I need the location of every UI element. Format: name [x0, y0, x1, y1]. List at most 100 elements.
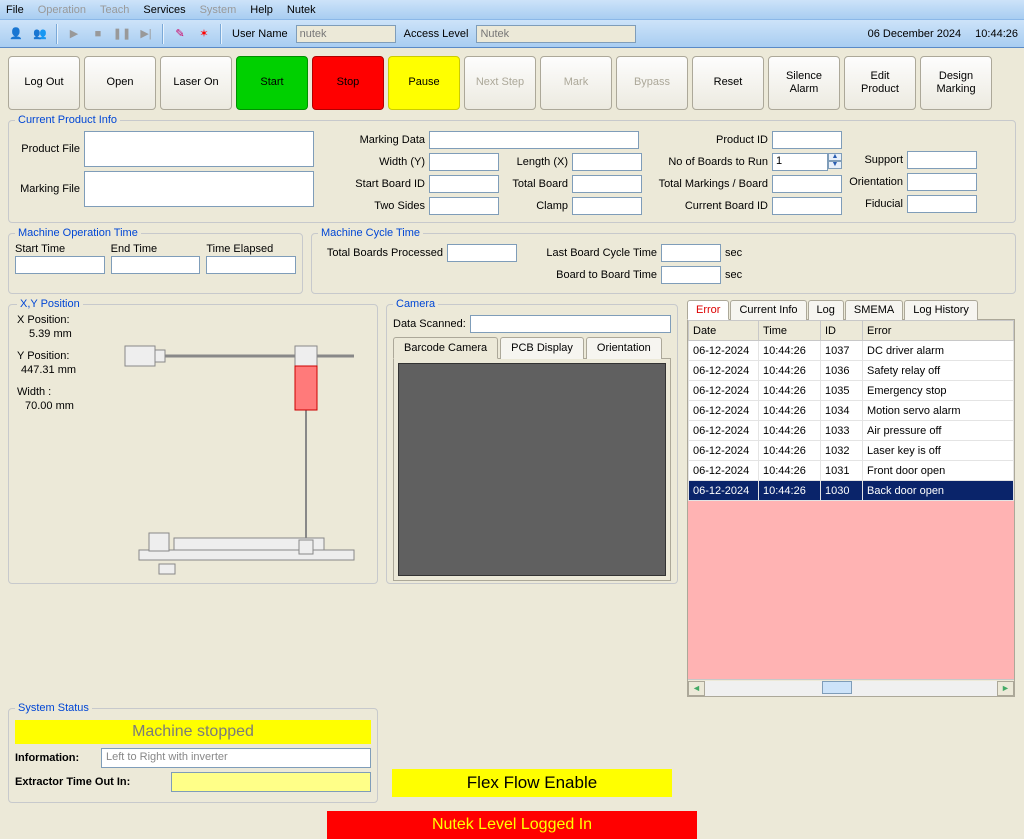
users-icon[interactable]: 👥	[30, 24, 50, 44]
col-error[interactable]: Error	[863, 321, 1014, 341]
orientation-field[interactable]	[907, 173, 977, 191]
menu-operation[interactable]: Operation	[38, 4, 86, 16]
table-row[interactable]: 06-12-202410:44:261037DC driver alarm	[689, 341, 1014, 361]
current-product-info: Current Product Info Product File Markin…	[8, 114, 1016, 223]
total-markings-field[interactable]	[772, 175, 842, 193]
h-scrollbar[interactable]: ◄ ►	[688, 679, 1014, 696]
marking-data-field[interactable]	[429, 131, 639, 149]
start-time-field[interactable]	[15, 256, 105, 274]
tab-current-info[interactable]: Current Info	[730, 300, 806, 320]
tab-smema[interactable]: SMEMA	[845, 300, 903, 320]
camera-view	[398, 363, 666, 576]
silence-alarm-button[interactable]: Silence Alarm	[768, 56, 840, 110]
cpi-legend: Current Product Info	[15, 114, 120, 126]
machine-status: Machine stopped	[15, 720, 371, 744]
tab-error[interactable]: Error	[687, 300, 729, 320]
table-row[interactable]: 06-12-202410:44:261032Laser key is off	[689, 441, 1014, 461]
access-level-field	[476, 25, 636, 43]
logout-button[interactable]: Log Out	[8, 56, 80, 110]
stop-button[interactable]: Stop	[312, 56, 384, 110]
menu-file[interactable]: File	[6, 4, 24, 16]
tab-pcb-display[interactable]: PCB Display	[500, 337, 584, 359]
length-x-field[interactable]	[572, 153, 642, 171]
start-board-id-field[interactable]	[429, 175, 499, 193]
open-button[interactable]: Open	[84, 56, 156, 110]
marking-file-field[interactable]	[84, 171, 314, 207]
table-cell: 06-12-2024	[689, 461, 759, 481]
spinner-down-icon[interactable]: ▼	[828, 161, 842, 169]
table-cell: 1033	[821, 421, 863, 441]
table-row[interactable]: 06-12-202410:44:261031Front door open	[689, 461, 1014, 481]
table-row[interactable]: 06-12-202410:44:261030Back door open	[689, 481, 1014, 501]
design-marking-button[interactable]: Design Marking	[920, 56, 992, 110]
end-time-field[interactable]	[111, 256, 201, 274]
menu-nutek[interactable]: Nutek	[287, 4, 316, 16]
no-boards-spinner[interactable]: 1▲▼	[772, 153, 842, 171]
two-sides-label: Two Sides	[350, 200, 425, 212]
stop-icon[interactable]: ■	[88, 24, 108, 44]
total-boards-field[interactable]	[447, 244, 517, 262]
width-y-field[interactable]	[429, 153, 499, 171]
menu-services[interactable]: Services	[143, 4, 185, 16]
edit-icon[interactable]: ✎	[170, 24, 190, 44]
mct-legend: Machine Cycle Time	[318, 227, 423, 239]
menu-system[interactable]: System	[200, 4, 237, 16]
product-file-field[interactable]	[84, 131, 314, 167]
marking-file-label: Marking File	[15, 183, 80, 195]
next-step-button[interactable]: Next Step	[464, 56, 536, 110]
col-time[interactable]: Time	[759, 321, 821, 341]
scroll-right-icon[interactable]: ►	[997, 681, 1014, 696]
last-cycle-field[interactable]	[661, 244, 721, 262]
product-id-field[interactable]	[772, 131, 842, 149]
main-button-row: Log Out Open Laser On Start Stop Pause N…	[0, 48, 1024, 114]
support-field[interactable]	[907, 151, 977, 169]
menu-teach[interactable]: Teach	[100, 4, 129, 16]
table-cell: 06-12-2024	[689, 421, 759, 441]
total-board-field[interactable]	[572, 175, 642, 193]
error-table[interactable]: Date Time ID Error 06-12-202410:44:26103…	[688, 320, 1014, 501]
start-button[interactable]: Start	[236, 56, 308, 110]
scroll-thumb[interactable]	[822, 681, 852, 694]
edit-product-button[interactable]: Edit Product	[844, 56, 916, 110]
table-row[interactable]: 06-12-202410:44:261033Air pressure off	[689, 421, 1014, 441]
col-id[interactable]: ID	[821, 321, 863, 341]
user-name-field	[296, 25, 396, 43]
table-cell: 06-12-2024	[689, 381, 759, 401]
current-board-id-label: Current Board ID	[658, 200, 768, 212]
extractor-field	[171, 772, 371, 792]
tab-log-history[interactable]: Log History	[904, 300, 978, 320]
col-date[interactable]: Date	[689, 321, 759, 341]
table-cell: 1030	[821, 481, 863, 501]
data-scanned-field[interactable]	[470, 315, 671, 333]
scroll-left-icon[interactable]: ◄	[688, 681, 705, 696]
time-elapsed-field[interactable]	[206, 256, 296, 274]
mark-button[interactable]: Mark	[540, 56, 612, 110]
bypass-button[interactable]: Bypass	[616, 56, 688, 110]
length-x-label: Length (X)	[503, 156, 568, 168]
table-row[interactable]: 06-12-202410:44:261035Emergency stop	[689, 381, 1014, 401]
two-sides-field[interactable]	[429, 197, 499, 215]
current-board-id-field[interactable]	[772, 197, 842, 215]
laser-icon[interactable]: ✶	[194, 24, 214, 44]
tab-log[interactable]: Log	[808, 300, 844, 320]
clamp-field[interactable]	[572, 197, 642, 215]
menu-help[interactable]: Help	[250, 4, 273, 16]
table-cell: 10:44:26	[759, 421, 821, 441]
pause-icon[interactable]: ❚❚	[112, 24, 132, 44]
table-row[interactable]: 06-12-202410:44:261036Safety relay off	[689, 361, 1014, 381]
table-cell: 10:44:26	[759, 341, 821, 361]
pause-button[interactable]: Pause	[388, 56, 460, 110]
step-icon[interactable]: ▶|	[136, 24, 156, 44]
play-icon[interactable]: ▶	[64, 24, 84, 44]
reset-button[interactable]: Reset	[692, 56, 764, 110]
status-legend: System Status	[15, 702, 92, 714]
tab-barcode-camera[interactable]: Barcode Camera	[393, 337, 498, 359]
toolbar: 👤 👥 ▶ ■ ❚❚ ▶| ✎ ✶ User Name Access Level…	[0, 20, 1024, 48]
b2b-field[interactable]	[661, 266, 721, 284]
tab-orientation[interactable]: Orientation	[586, 337, 662, 359]
table-row[interactable]: 06-12-202410:44:261034Motion servo alarm	[689, 401, 1014, 421]
spinner-up-icon[interactable]: ▲	[828, 153, 842, 161]
fiducial-field[interactable]	[907, 195, 977, 213]
user-icon[interactable]: 👤	[6, 24, 26, 44]
laser-on-button[interactable]: Laser On	[160, 56, 232, 110]
